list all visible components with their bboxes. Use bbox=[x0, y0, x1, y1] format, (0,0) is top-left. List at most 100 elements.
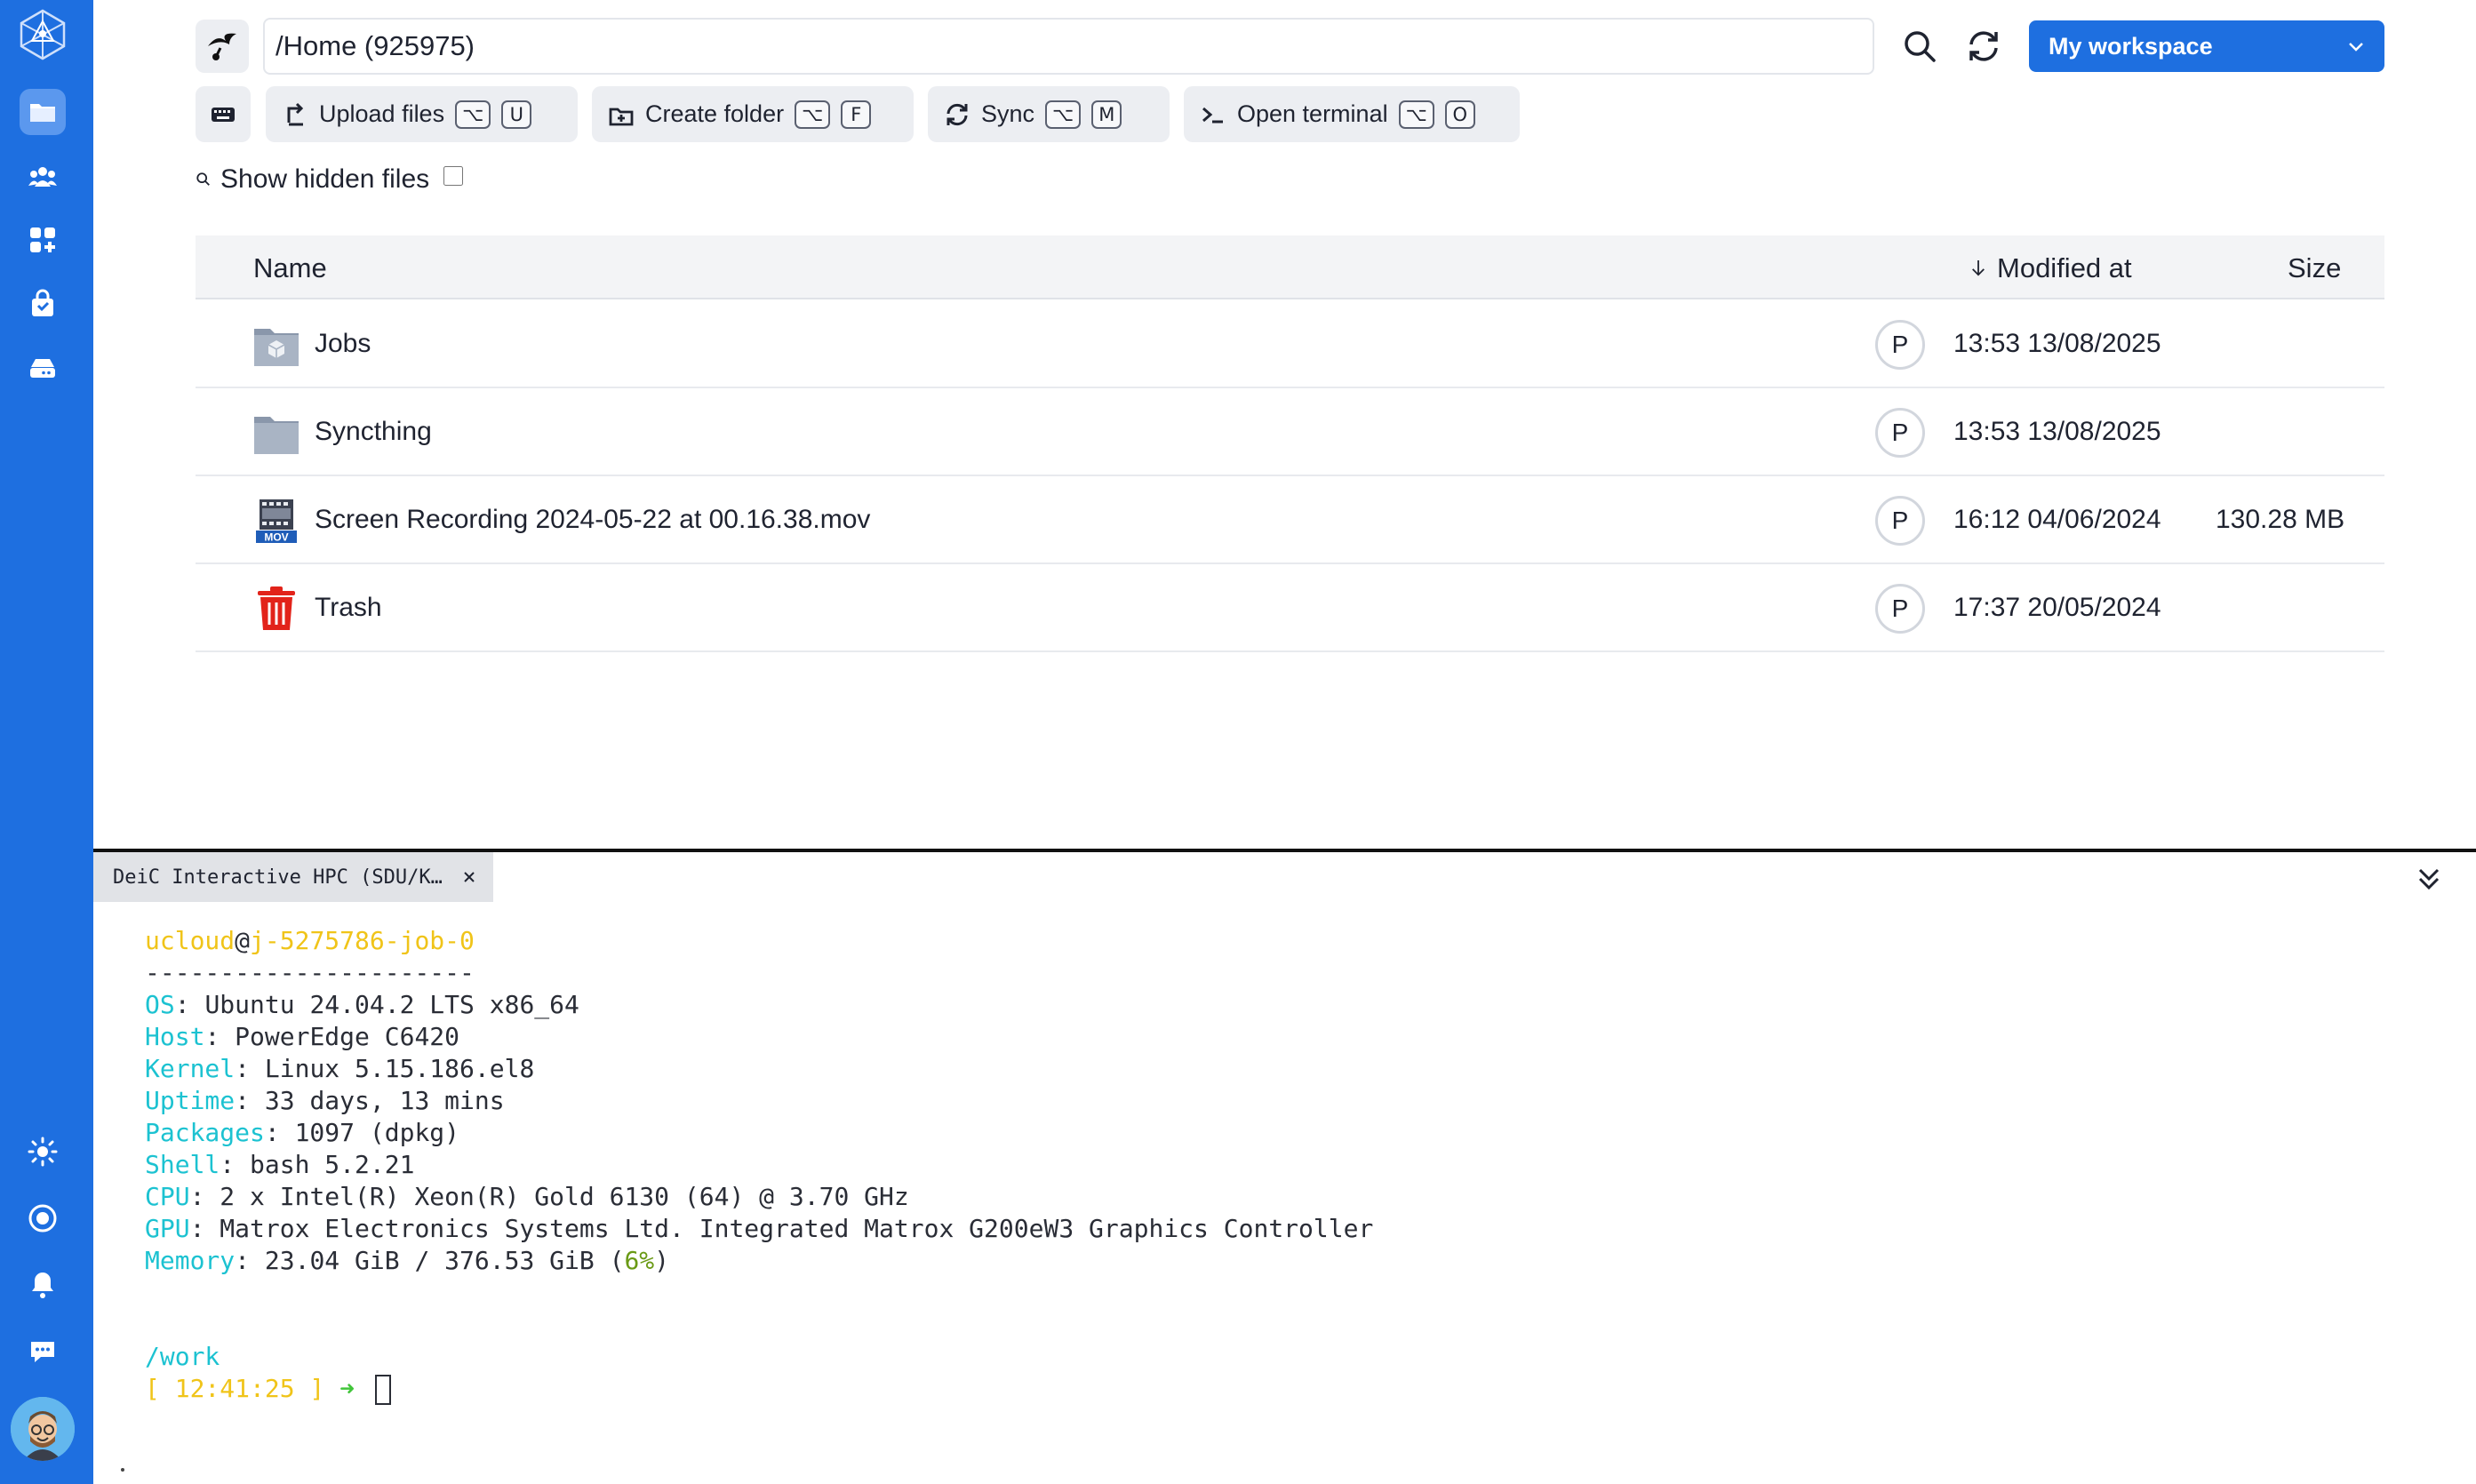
info-value: Linux 5.15.186.el8 bbox=[264, 1054, 535, 1083]
upload-icon bbox=[287, 102, 304, 125]
sdu-logo-icon bbox=[208, 33, 236, 60]
users-icon bbox=[28, 167, 57, 187]
chat-bubble-icon bbox=[31, 1342, 54, 1362]
table-row[interactable]: MOV Screen Recording 2024-05-22 at 00.16… bbox=[196, 476, 2384, 564]
terminal-separator: ---------------------- bbox=[145, 958, 475, 987]
path-input[interactable]: /Home (925975) bbox=[263, 18, 1874, 75]
theme-toggle-button[interactable] bbox=[20, 1129, 66, 1175]
permission-badge: P bbox=[1875, 496, 1925, 546]
file-name[interactable]: Trash bbox=[315, 593, 382, 623]
sidebar-item-status[interactable] bbox=[20, 1195, 66, 1241]
sync-button[interactable]: Sync ⌥ M bbox=[928, 86, 1170, 142]
show-hidden-files-row: Show hidden files bbox=[196, 164, 464, 195]
drive-icon bbox=[30, 359, 55, 378]
close-icon[interactable] bbox=[462, 870, 476, 884]
show-hidden-files-label: Show hidden files bbox=[220, 164, 430, 194]
column-size-header[interactable]: Size bbox=[2288, 252, 2341, 284]
shopping-bag-icon bbox=[32, 289, 53, 316]
alt-key: ⌥ bbox=[795, 100, 831, 129]
info-value: Ubuntu 24.04.2 LTS x86_64 bbox=[204, 990, 579, 1019]
keyboard-shortcuts-button[interactable] bbox=[196, 86, 251, 142]
prompt-arrow: ➜ bbox=[339, 1374, 355, 1403]
avatar[interactable] bbox=[11, 1397, 75, 1461]
sidebar-item-shop[interactable] bbox=[20, 281, 66, 327]
sidebar-item-files[interactable] bbox=[20, 89, 66, 135]
terminal-cursor bbox=[374, 1375, 391, 1405]
decorative-dot bbox=[121, 1468, 124, 1472]
info-value: Matrox Electronics Systems Ltd. Integrat… bbox=[220, 1214, 1374, 1243]
column-modified-header[interactable]: Modified at bbox=[1970, 252, 2132, 284]
chevron-down-icon bbox=[2349, 43, 2363, 52]
alt-key: ⌥ bbox=[455, 100, 491, 129]
open-terminal-button[interactable]: Open terminal ⌥ O bbox=[1184, 86, 1520, 142]
o-key: O bbox=[1444, 100, 1475, 129]
create-folder-button[interactable]: Create folder ⌥ F bbox=[592, 86, 914, 142]
table-row[interactable]: Syncthing P 13:53 13/08/2025 bbox=[196, 388, 2384, 476]
terminal-tab[interactable]: DeiC Interactive HPC (SDU/K… bbox=[93, 852, 493, 902]
memory-close: ) bbox=[654, 1246, 670, 1275]
table-row[interactable]: Trash P 17:37 20/05/2024 bbox=[196, 564, 2384, 652]
terminal-tab-title: DeiC Interactive HPC (SDU/K… bbox=[113, 866, 443, 889]
jobs-folder-icon bbox=[254, 329, 299, 366]
file-name[interactable]: Syncthing bbox=[315, 417, 432, 447]
alt-key: ⌥ bbox=[1398, 100, 1434, 129]
table-header: Name Modified at Size bbox=[196, 235, 2384, 299]
collapse-terminal-icon[interactable] bbox=[2411, 861, 2447, 897]
support-chat-button[interactable] bbox=[20, 1328, 66, 1375]
create-folder-icon bbox=[609, 108, 634, 125]
file-size: 130.28 MB bbox=[2216, 505, 2345, 534]
bell-icon bbox=[32, 1273, 53, 1298]
sidebar bbox=[0, 0, 93, 1484]
modified-at: 13:53 13/08/2025 bbox=[1953, 417, 2161, 446]
upload-files-label: Upload files bbox=[319, 100, 445, 127]
info-value: bash 5.2.21 bbox=[250, 1150, 415, 1179]
search-button[interactable] bbox=[1895, 21, 1945, 71]
file-name[interactable]: Jobs bbox=[315, 329, 371, 359]
modified-at: 17:37 20/05/2024 bbox=[1953, 593, 2161, 622]
user-avatar-icon bbox=[11, 1397, 75, 1461]
modified-at: 16:12 04/06/2024 bbox=[1953, 505, 2161, 534]
m-key: M bbox=[1091, 100, 1122, 129]
sidebar-item-apps[interactable] bbox=[20, 217, 66, 263]
refresh-button[interactable] bbox=[1959, 21, 2009, 71]
terminal-output[interactable]: ucloud@j-5275786-job-0 -----------------… bbox=[145, 925, 1373, 1405]
search-icon bbox=[1905, 31, 1936, 62]
terminal-host: j-5275786-job-0 bbox=[250, 926, 475, 955]
terminal-panel[interactable]: DeiC Interactive HPC (SDU/K… ucloud@j-52… bbox=[93, 852, 2476, 1484]
ucloud-logo-icon[interactable] bbox=[16, 7, 69, 62]
workspace-selector[interactable]: My workspace bbox=[2029, 20, 2384, 72]
sidebar-item-resources[interactable] bbox=[20, 345, 66, 391]
permission-badge: P bbox=[1875, 408, 1925, 458]
show-hidden-files-checkbox[interactable] bbox=[443, 166, 464, 186]
create-folder-label: Create folder bbox=[645, 100, 785, 127]
sidebar-item-projects[interactable] bbox=[20, 154, 66, 200]
info-key: GPU bbox=[145, 1214, 190, 1243]
column-modified-label: Modified at bbox=[1997, 252, 2132, 283]
home-logo-button[interactable] bbox=[196, 20, 249, 73]
info-value: 2 x Intel(R) Xeon(R) Gold 6130 (64) @ 3.… bbox=[220, 1182, 909, 1211]
alt-key: ⌥ bbox=[1045, 100, 1082, 129]
file-name[interactable]: Screen Recording 2024-05-22 at 00.16.38.… bbox=[315, 505, 870, 535]
memory-value: 23.04 GiB / 376.53 GiB ( bbox=[264, 1246, 625, 1275]
f-key: F bbox=[841, 100, 872, 129]
column-name-header[interactable]: Name bbox=[253, 252, 327, 284]
search-small-icon bbox=[196, 172, 210, 186]
info-key: Shell bbox=[145, 1150, 220, 1179]
permission-badge: P bbox=[1875, 584, 1925, 634]
memory-percent: 6% bbox=[624, 1246, 655, 1275]
arrow-down-icon bbox=[1972, 260, 1985, 276]
target-circle-icon bbox=[28, 1204, 57, 1233]
modified-at: 13:53 13/08/2025 bbox=[1953, 329, 2161, 358]
info-key: OS bbox=[145, 990, 175, 1019]
keyboard-icon bbox=[212, 107, 235, 122]
prompt-time: [ 12:41:25 ] bbox=[145, 1374, 325, 1403]
open-terminal-label: Open terminal bbox=[1237, 100, 1388, 127]
terminal-cwd: /work bbox=[145, 1342, 220, 1371]
permission-badge: P bbox=[1875, 320, 1925, 370]
info-value: 33 days, 13 mins bbox=[264, 1086, 505, 1115]
table-row[interactable]: Jobs P 13:53 13/08/2025 bbox=[196, 300, 2384, 388]
notifications-button[interactable] bbox=[20, 1262, 66, 1308]
upload-files-button[interactable]: Upload files ⌥ U bbox=[266, 86, 578, 142]
sun-icon bbox=[28, 1137, 58, 1167]
info-key: Kernel bbox=[145, 1054, 236, 1083]
